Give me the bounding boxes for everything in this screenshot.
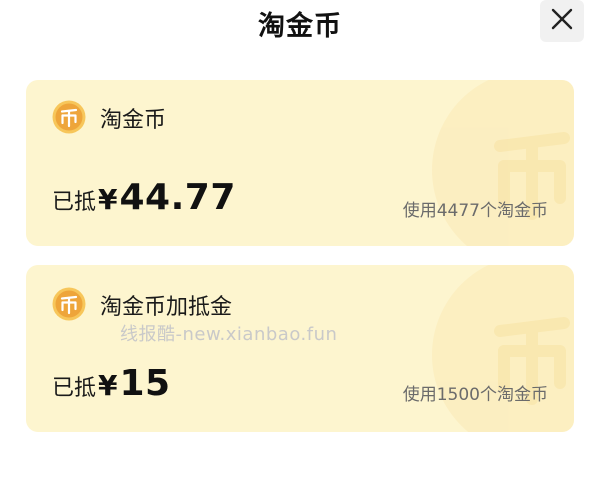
coin-icon: [52, 100, 86, 134]
amount-value: 44.77: [119, 177, 236, 218]
coin-bonus-deduction-card: 淘金币加抵金 已抵 ¥ 15 使用1500个淘金币: [26, 265, 574, 432]
card-title: 淘金币加抵金: [100, 295, 233, 320]
card-background-coin-icon: [432, 265, 574, 432]
card-background-coin-icon: [432, 80, 574, 246]
deduct-label: 已抵: [52, 190, 97, 215]
close-button[interactable]: [540, 0, 584, 42]
currency-symbol: ¥: [98, 183, 118, 216]
page-title: 淘金币: [258, 11, 342, 42]
close-icon: [551, 8, 573, 34]
amount-value: 15: [119, 363, 171, 404]
card-title: 淘金币: [100, 108, 167, 133]
header: 淘金币: [0, 0, 600, 44]
currency-symbol: ¥: [98, 369, 118, 402]
usage-text: 使用4477个淘金币: [402, 201, 548, 221]
coin-deduction-card: 淘金币 已抵 ¥ 44.77 使用4477个淘金币: [26, 80, 574, 246]
deduction-amount: 已抵 ¥ 15: [52, 363, 171, 404]
usage-text: 使用1500个淘金币: [402, 385, 548, 405]
watermark-text: 线报酷-new.xianbao.fun: [120, 324, 338, 345]
deduct-label: 已抵: [52, 376, 97, 401]
coin-icon: [52, 287, 86, 321]
deduction-amount: 已抵 ¥ 44.77: [52, 177, 236, 218]
